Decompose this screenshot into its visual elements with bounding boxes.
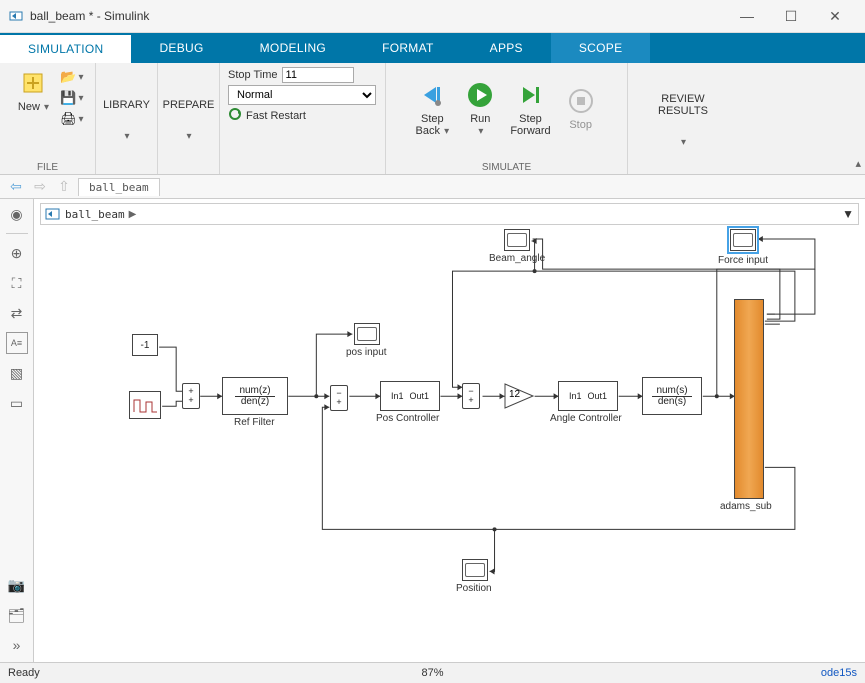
group-simulate-label: SIMULATE (386, 162, 627, 173)
explorer-nav-bar: ⇦ ⇨ ⇧ ball_beam (0, 175, 865, 199)
tab-debug[interactable]: DEBUG (131, 33, 231, 63)
open-button[interactable]: 📂▾ (59, 67, 83, 87)
chevron-down-icon: ▾ (78, 93, 83, 104)
zoom-icon[interactable]: ⊕ (6, 242, 28, 264)
model-tab[interactable]: ball_beam (78, 178, 160, 196)
block-constant[interactable]: -1 (132, 334, 158, 356)
area-icon[interactable]: ▭ (6, 392, 28, 414)
simulink-app-icon (8, 8, 24, 24)
status-ready: Ready (8, 667, 40, 679)
stop-time-input[interactable] (282, 67, 354, 83)
window-title: ball_beam * - Simulink (30, 9, 725, 23)
nav-up-button[interactable]: ⇧ (54, 178, 74, 196)
folder-open-icon: 📂 (59, 69, 77, 85)
model-palette: ◉ ⊕ ⛶ ⇄ A≡ ▧ ▭ 📷 🗂 » (0, 199, 34, 662)
new-button[interactable]: New ▾ (11, 65, 55, 115)
review-results-button[interactable]: REVIEW RESULTS ▾ (634, 89, 732, 150)
block-angle-controller[interactable]: In1 Out1 (558, 381, 618, 411)
tab-scope[interactable]: SCOPE (551, 33, 651, 63)
model-browser-icon[interactable]: 🗂 (6, 604, 28, 626)
block-adams-sub[interactable] (734, 299, 764, 499)
chevron-down-icon: ▾ (478, 126, 483, 137)
step-forward-button[interactable]: Step Forward (506, 77, 554, 139)
chevron-down-icon: ▾ (681, 137, 686, 148)
nav-back-button[interactable]: ⇦ (6, 178, 26, 196)
block-transfer-fcn[interactable]: num(s)den(s) (642, 377, 702, 415)
block-scope-force-input[interactable] (730, 229, 756, 251)
save-icon: 💾 (59, 90, 77, 106)
block-scope-position[interactable] (462, 559, 488, 581)
print-button[interactable]: 🖨▾ (59, 109, 83, 129)
block-scope-beam-angle[interactable] (504, 229, 530, 251)
run-button[interactable]: Run▾ (458, 77, 502, 139)
label-adams-sub: adams_sub (720, 501, 772, 512)
group-file-label: FILE (0, 162, 95, 173)
step-back-button[interactable]: Step Back ▾ (410, 77, 454, 139)
close-button[interactable]: ✕ (813, 1, 857, 31)
chevron-down-icon: ▾ (78, 114, 83, 125)
label-pos-input: pos input (346, 347, 387, 358)
label-pos-controller: Pos Controller (376, 413, 439, 424)
title-bar: ball_beam * - Simulink — ☐ ✕ (0, 0, 865, 33)
tab-format[interactable]: FORMAT (354, 33, 462, 63)
chevron-down-icon: ▾ (78, 72, 83, 83)
library-button[interactable]: LIBRARY ▾ (99, 95, 154, 144)
label-beam-angle: Beam_angle (489, 253, 545, 264)
fit-view-icon[interactable]: ⛶ (6, 272, 28, 294)
save-button[interactable]: 💾▾ (59, 88, 83, 108)
sim-mode-select[interactable]: Normal (228, 85, 376, 105)
run-icon (464, 79, 496, 111)
block-ref-filter[interactable]: num(z)den(z) (222, 377, 288, 415)
collapse-toolstrip-icon[interactable]: ▴ (855, 157, 861, 170)
fast-restart-button[interactable]: Fast Restart (228, 107, 306, 124)
block-sum-1[interactable]: ++ (182, 383, 200, 409)
hide-navigate-icon[interactable]: ◉ (6, 203, 28, 225)
block-pos-controller[interactable]: In1 Out1 (380, 381, 440, 411)
ribbon-tabstrip: SIMULATION DEBUG MODELING FORMAT APPS SC… (0, 33, 865, 63)
chevron-down-icon: ▾ (44, 102, 49, 113)
block-scope-pos-input[interactable] (354, 323, 380, 345)
chevron-down-icon: ▾ (186, 131, 191, 142)
label-position: Position (456, 583, 492, 594)
fast-restart-icon (228, 107, 242, 124)
new-icon (17, 67, 49, 99)
annotation-icon[interactable]: A≡ (6, 332, 28, 354)
tab-modeling[interactable]: MODELING (232, 33, 354, 63)
toolstrip: New ▾ 📂▾ 💾▾ 🖨▾ FILE LIBRARY ▾ PREPARE ▾ … (0, 63, 865, 175)
tab-apps[interactable]: APPS (462, 33, 551, 63)
label-force-input: Force input (718, 255, 768, 266)
block-sum-2[interactable]: −+ (330, 385, 348, 411)
minimize-button[interactable]: — (725, 1, 769, 31)
nav-forward-button[interactable]: ⇨ (30, 178, 50, 196)
block-sum-3[interactable]: −+ (462, 383, 480, 409)
more-icon[interactable]: » (6, 634, 28, 656)
step-forward-icon (515, 79, 547, 111)
stop-time-label: Stop Time (228, 69, 278, 81)
block-signal-builder[interactable] (129, 391, 161, 419)
maximize-button[interactable]: ☐ (769, 1, 813, 31)
label-angle-controller: Angle Controller (550, 413, 622, 424)
toggle-sample-time-icon[interactable]: ⇄ (6, 302, 28, 324)
status-solver[interactable]: ode15s (821, 667, 857, 679)
block-gain[interactable]: 12 (504, 383, 534, 409)
label-ref-filter: Ref Filter (234, 417, 275, 428)
new-label: New (18, 101, 40, 113)
status-zoom: 87% (421, 667, 443, 679)
chevron-down-icon: ▾ (444, 126, 449, 137)
image-icon[interactable]: ▧ (6, 362, 28, 384)
step-back-icon (416, 79, 448, 111)
stop-button[interactable]: Stop (559, 83, 603, 133)
stop-icon (565, 85, 597, 117)
prepare-button[interactable]: PREPARE ▾ (159, 95, 219, 144)
print-icon: 🖨 (59, 111, 77, 127)
screenshot-icon[interactable]: 📷 (6, 574, 28, 596)
chevron-down-icon: ▾ (124, 131, 129, 142)
tab-simulation[interactable]: SIMULATION (0, 33, 131, 63)
status-bar: Ready 87% ode15s (0, 662, 865, 683)
